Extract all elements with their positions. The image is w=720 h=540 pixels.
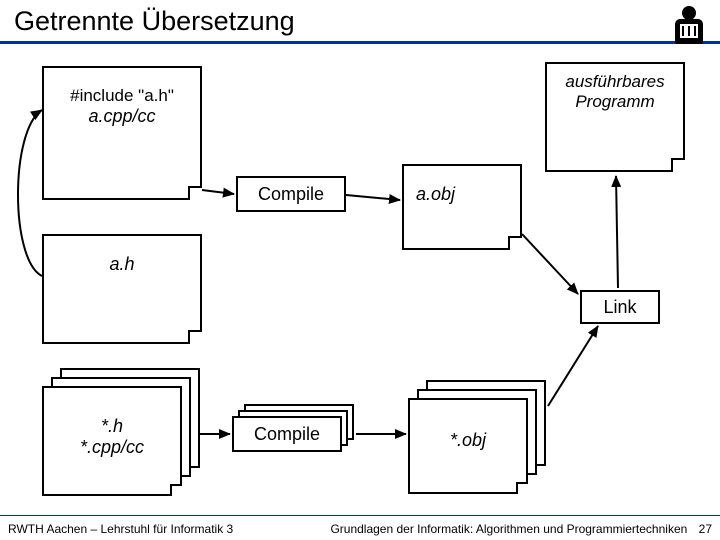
exe-line2: Programm — [553, 92, 677, 112]
title-bar: Getrennte Übersetzung — [0, 0, 720, 39]
doc-star-src-stack: *.h *.cpp/cc — [42, 368, 200, 496]
title-rule — [0, 41, 720, 44]
link-label: Link — [603, 297, 636, 318]
doc-a-header: a.h — [42, 234, 202, 344]
doc-a-obj: a.obj — [402, 164, 522, 250]
doc-a-src: #include "a.h" a.cpp/cc — [42, 66, 202, 200]
compile-a-label: Compile — [258, 184, 324, 205]
compile-star-label: Compile — [254, 424, 320, 445]
star-src-line1: *.h — [44, 416, 180, 437]
page-title: Getrennte Übersetzung — [14, 6, 706, 37]
process-link: Link — [580, 290, 660, 324]
footer-right: Grundlagen der Informatik: Algorithmen u… — [330, 522, 687, 536]
process-compile-star: Compile — [232, 404, 356, 458]
footer: RWTH Aachen – Lehrstuhl für Informatik 3… — [0, 522, 720, 536]
operator-icon — [672, 6, 706, 46]
footer-rule — [0, 515, 720, 516]
a-src-line1: #include "a.h" — [54, 86, 190, 106]
page-number: 27 — [699, 522, 712, 536]
doc-executable: ausführbares Programm — [545, 62, 685, 172]
star-src-line2: *.cpp/cc — [44, 437, 180, 458]
process-compile-a: Compile — [236, 176, 346, 212]
a-header-label: a.h — [44, 236, 200, 275]
slide: Getrennte Übersetzung #include "a.h" a.c… — [0, 0, 720, 540]
doc-star-obj-stack: *.obj — [408, 380, 548, 496]
a-src-line2: a.cpp/cc — [54, 106, 190, 127]
footer-left: RWTH Aachen – Lehrstuhl für Informatik 3 — [8, 522, 233, 536]
a-obj-label: a.obj — [404, 166, 520, 205]
star-obj-label: *.obj — [410, 400, 526, 451]
exe-line1: ausführbares — [553, 72, 677, 92]
